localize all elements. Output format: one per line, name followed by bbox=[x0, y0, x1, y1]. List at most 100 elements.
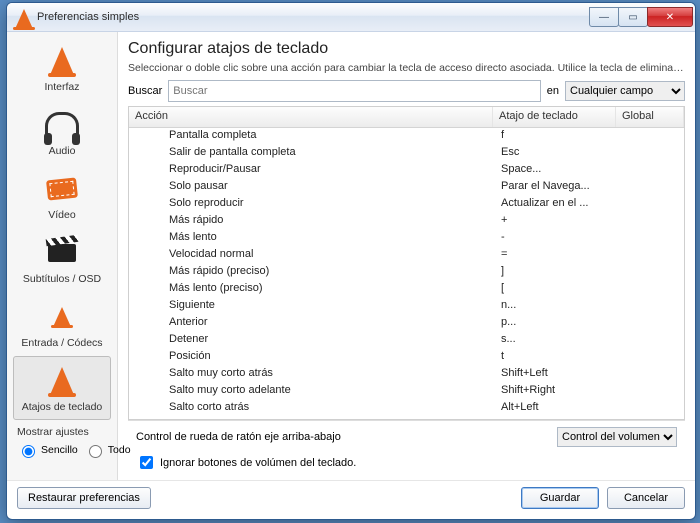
search-label: Buscar bbox=[128, 85, 162, 97]
table-row[interactable]: Siguienten... bbox=[129, 298, 684, 315]
clapper-icon bbox=[41, 235, 83, 271]
table-row[interactable]: Más rápido+ bbox=[129, 213, 684, 230]
sidebar-item-video[interactable]: Vídeo bbox=[13, 164, 111, 228]
sidebar-item-subtitles[interactable]: Subtítulos / OSD bbox=[13, 228, 111, 292]
cell-action: Solo reproducir bbox=[129, 196, 495, 213]
table-row[interactable]: Pantalla completaf bbox=[129, 128, 684, 145]
cone-icon bbox=[41, 299, 83, 335]
cell-global bbox=[617, 247, 684, 264]
cell-action: Reproducir/Pausar bbox=[129, 162, 495, 179]
cell-hotkey: Alt+Left bbox=[495, 400, 617, 417]
maximize-button[interactable]: ▭ bbox=[618, 7, 648, 27]
table-row[interactable]: Salto muy corto atrásShift+Left bbox=[129, 366, 684, 383]
cell-hotkey: t bbox=[495, 349, 617, 366]
sidebar-label: Vídeo bbox=[48, 209, 75, 221]
app-icon bbox=[15, 9, 31, 25]
cell-action: Más rápido (preciso) bbox=[129, 264, 495, 281]
table-body[interactable]: Pantalla completafSalir de pantalla comp… bbox=[129, 128, 684, 419]
minimize-button[interactable]: — bbox=[589, 7, 619, 27]
table-row[interactable]: Anteriorp... bbox=[129, 315, 684, 332]
ignore-volume-check[interactable]: Ignorar botones de volúmen del teclado. bbox=[128, 449, 685, 480]
col-global[interactable]: Global bbox=[616, 107, 684, 127]
cell-global bbox=[617, 400, 684, 417]
cell-global bbox=[617, 298, 684, 315]
table-row[interactable]: Deteners... bbox=[129, 332, 684, 349]
table-row[interactable]: Solo pausarParar el Navega... bbox=[129, 179, 684, 196]
cell-global bbox=[617, 417, 684, 419]
cell-global bbox=[617, 281, 684, 298]
preferences-window: Preferencias simples — ▭ ✕ Interfaz Audi… bbox=[6, 2, 696, 520]
cell-action: Salto corto atrás bbox=[129, 400, 495, 417]
reset-button[interactable]: Restaurar preferencias bbox=[17, 487, 151, 509]
in-label: en bbox=[547, 85, 559, 97]
cell-global bbox=[617, 230, 684, 247]
col-hotkey[interactable]: Atajo de teclado bbox=[493, 107, 616, 127]
cell-hotkey: Parar el Navega... bbox=[495, 179, 617, 196]
cell-action: Pantalla completa bbox=[129, 128, 495, 145]
table-row[interactable]: Más lento- bbox=[129, 230, 684, 247]
cell-action: Velocidad normal bbox=[129, 247, 495, 264]
help-text: Seleccionar o doble clic sobre una acció… bbox=[128, 62, 685, 74]
cell-hotkey: = bbox=[495, 247, 617, 264]
sidebar-item-audio[interactable]: Audio bbox=[13, 100, 111, 164]
table-row[interactable]: Salir de pantalla completaEsc bbox=[129, 145, 684, 162]
table-row[interactable]: Velocidad normal= bbox=[129, 247, 684, 264]
cancel-button[interactable]: Cancelar bbox=[607, 487, 685, 509]
window-title: Preferencias simples bbox=[37, 11, 590, 23]
cell-hotkey: n... bbox=[495, 298, 617, 315]
table-row[interactable]: Más rápido (preciso)] bbox=[129, 264, 684, 281]
table-row[interactable]: Salto muy corto adelanteShift+Right bbox=[129, 383, 684, 400]
col-action[interactable]: Acción bbox=[129, 107, 493, 127]
cell-hotkey: p... bbox=[495, 315, 617, 332]
sidebar-label: Interfaz bbox=[44, 81, 79, 93]
table-row[interactable]: Solo reproducirActualizar en el ... bbox=[129, 196, 684, 213]
sidebar-label: Entrada / Códecs bbox=[21, 337, 102, 349]
cell-action: Salto corto adelante bbox=[129, 417, 495, 419]
cell-global bbox=[617, 162, 684, 179]
cell-action: Más lento bbox=[129, 230, 495, 247]
radio-simple[interactable]: Sencillo bbox=[17, 442, 78, 458]
search-scope-select[interactable]: Cualquier campo bbox=[565, 81, 685, 101]
cell-hotkey: Shift+Right bbox=[495, 383, 617, 400]
cell-global bbox=[617, 196, 684, 213]
sidebar-item-interface[interactable]: Interfaz bbox=[13, 36, 111, 100]
table-row[interactable]: Salto corto atrásAlt+Left bbox=[129, 400, 684, 417]
cell-global bbox=[617, 383, 684, 400]
ignore-volume-checkbox[interactable] bbox=[140, 456, 153, 469]
wheel-select[interactable]: Control del volumen bbox=[557, 427, 677, 447]
sidebar-item-hotkeys[interactable]: Atajos de teclado bbox=[13, 356, 111, 420]
radio-all-input[interactable] bbox=[89, 445, 102, 458]
radio-simple-input[interactable] bbox=[22, 445, 35, 458]
headphones-icon bbox=[41, 107, 83, 143]
cell-hotkey: s... bbox=[495, 332, 617, 349]
cell-hotkey: + bbox=[495, 213, 617, 230]
cell-action: Posición bbox=[129, 349, 495, 366]
table-row[interactable]: Más lento (preciso)[ bbox=[129, 281, 684, 298]
button-bar: Restaurar preferencias Guardar Cancelar bbox=[7, 480, 695, 519]
table-row[interactable]: Posiciónt bbox=[129, 349, 684, 366]
cell-global bbox=[617, 349, 684, 366]
cell-global bbox=[617, 315, 684, 332]
cell-global bbox=[617, 366, 684, 383]
close-button[interactable]: ✕ bbox=[647, 7, 693, 27]
titlebar[interactable]: Preferencias simples — ▭ ✕ bbox=[7, 3, 695, 32]
cell-hotkey: Alt+Right bbox=[495, 417, 617, 419]
table-row[interactable]: Salto corto adelanteAlt+Right bbox=[129, 417, 684, 419]
film-icon bbox=[41, 171, 83, 207]
cell-hotkey: Shift+Left bbox=[495, 366, 617, 383]
cell-hotkey: Esc bbox=[495, 145, 617, 162]
cell-hotkey: Space... bbox=[495, 162, 617, 179]
save-button[interactable]: Guardar bbox=[521, 487, 599, 509]
cone-icon bbox=[41, 363, 83, 399]
cell-action: Salto muy corto adelante bbox=[129, 383, 495, 400]
table-row[interactable]: Reproducir/PausarSpace... bbox=[129, 162, 684, 179]
cell-hotkey: Actualizar en el ... bbox=[495, 196, 617, 213]
cone-icon bbox=[41, 43, 83, 79]
cell-action: Solo pausar bbox=[129, 179, 495, 196]
sidebar-item-input[interactable]: Entrada / Códecs bbox=[13, 292, 111, 356]
cell-global bbox=[617, 145, 684, 162]
cell-action: Detener bbox=[129, 332, 495, 349]
cell-hotkey: ] bbox=[495, 264, 617, 281]
sidebar-label: Atajos de teclado bbox=[22, 401, 103, 413]
search-input[interactable] bbox=[168, 80, 541, 102]
